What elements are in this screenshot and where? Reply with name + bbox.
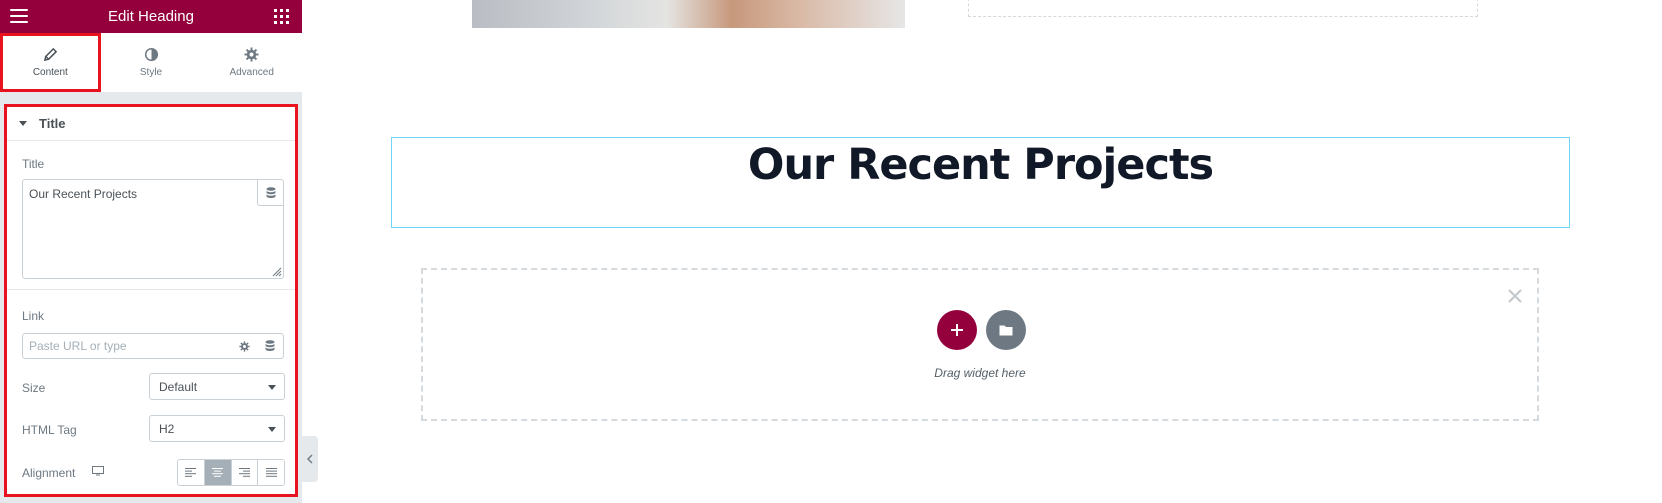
section-title: Title <box>39 116 66 131</box>
align-right-button[interactable] <box>231 460 259 485</box>
pencil-icon <box>43 47 58 62</box>
align-center-button[interactable] <box>204 460 232 485</box>
link-options-button[interactable] <box>231 333 258 359</box>
tab-content-label: Content <box>32 67 68 78</box>
plus-icon <box>951 324 963 336</box>
tab-advanced-label: Advanced <box>229 67 274 78</box>
caret-down-icon <box>268 385 276 390</box>
align-left-icon <box>185 468 197 477</box>
html-tag-value: H2 <box>159 421 175 436</box>
database-icon <box>265 340 275 351</box>
panel-header: Edit Heading <box>0 0 302 33</box>
panel-tabs: Content Style Advanced <box>0 33 302 92</box>
database-icon <box>266 186 275 198</box>
align-center-icon <box>212 468 224 477</box>
align-left-button[interactable] <box>178 460 205 485</box>
folder-icon <box>999 325 1013 336</box>
link-label: Link <box>22 309 45 323</box>
tab-advanced[interactable]: Advanced <box>201 33 302 92</box>
tab-style[interactable]: Style <box>101 33 202 92</box>
title-textarea[interactable] <box>22 179 284 279</box>
widgets-grid-icon[interactable] <box>274 9 289 24</box>
gear-icon <box>238 340 250 352</box>
size-value: Default <box>159 379 198 394</box>
html-tag-label: HTML Tag <box>22 423 77 437</box>
align-justify-button[interactable] <box>258 460 284 485</box>
menu-icon[interactable] <box>10 9 28 23</box>
size-select[interactable]: Default <box>149 373 285 400</box>
alignment-group <box>177 459 285 486</box>
add-template-button[interactable] <box>986 310 1026 350</box>
link-dynamic-tags-button[interactable] <box>257 333 284 359</box>
tab-style-label: Style <box>139 67 163 78</box>
content-controls: Title Title Link Size Default HTML Tag H… <box>4 104 298 497</box>
link-input[interactable] <box>22 333 232 359</box>
tab-content[interactable]: Content <box>0 33 101 92</box>
size-label: Size <box>22 381 46 395</box>
caret-down-icon <box>268 427 276 432</box>
page-heading[interactable]: Our Recent Projects <box>392 138 1569 190</box>
widget-drop-zone[interactable]: Drag widget here <box>421 268 1539 421</box>
align-right-icon <box>238 468 250 477</box>
empty-column-outline <box>968 0 1478 17</box>
panel-title: Edit Heading <box>108 8 194 25</box>
align-justify-icon <box>265 468 277 477</box>
add-section-button[interactable] <box>937 310 977 350</box>
section-title-toggle[interactable]: Title <box>7 107 295 141</box>
collapse-panel-button[interactable] <box>302 436 318 482</box>
dynamic-tags-button[interactable] <box>257 180 283 206</box>
editor-panel: Edit Heading Content Style Advanced Titl… <box>0 0 302 503</box>
gear-icon <box>244 47 259 62</box>
resize-grip-icon[interactable] <box>272 267 282 277</box>
alignment-label: Alignment <box>22 466 76 480</box>
chevron-left-icon <box>307 454 313 464</box>
heading-widget[interactable]: Our Recent Projects <box>391 137 1570 228</box>
divider <box>7 289 295 290</box>
contrast-icon <box>144 47 158 62</box>
desktop-icon[interactable] <box>92 466 104 476</box>
title-label: Title <box>22 157 45 171</box>
drag-widget-text: Drag widget here <box>934 366 1026 380</box>
html-tag-select[interactable]: H2 <box>149 415 285 442</box>
hero-image <box>472 0 905 28</box>
caret-down-icon <box>19 121 27 126</box>
preview-canvas: Our Recent Projects Drag widget here <box>318 0 1662 503</box>
close-icon[interactable] <box>1507 288 1523 304</box>
